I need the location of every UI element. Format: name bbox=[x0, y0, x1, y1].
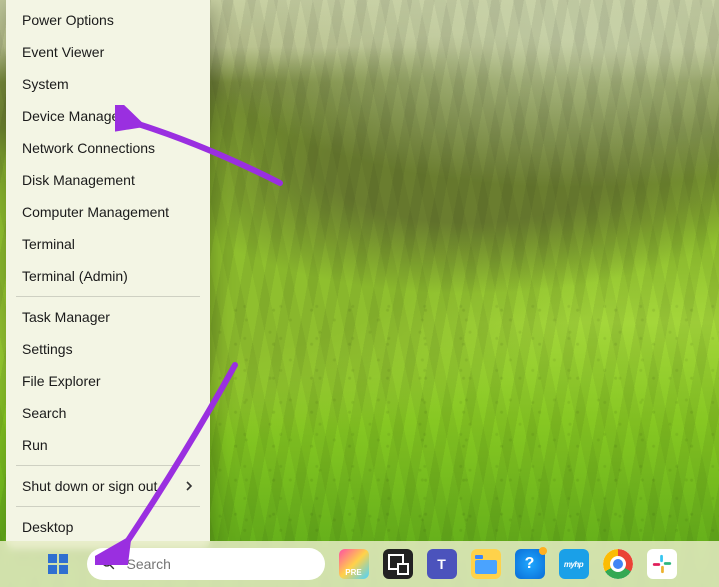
winx-item-shut-down-or-sign-out[interactable]: Shut down or sign out bbox=[6, 470, 210, 502]
winx-item-terminal-admin[interactable]: Terminal (Admin) bbox=[6, 260, 210, 292]
winx-item-terminal[interactable]: Terminal bbox=[6, 228, 210, 260]
task-view-icon[interactable] bbox=[383, 549, 413, 579]
winx-item-label: Desktop bbox=[22, 519, 73, 535]
winx-item-search[interactable]: Search bbox=[6, 397, 210, 429]
winx-item-label: Terminal bbox=[22, 236, 75, 252]
winx-item-label: Settings bbox=[22, 341, 73, 357]
winx-item-label: Search bbox=[22, 405, 66, 421]
menu-separator bbox=[16, 506, 200, 507]
winx-item-label: Power Options bbox=[22, 12, 114, 28]
winx-item-power-options[interactable]: Power Options bbox=[6, 4, 210, 36]
winx-item-run[interactable]: Run bbox=[6, 429, 210, 461]
winx-item-file-explorer[interactable]: File Explorer bbox=[6, 365, 210, 397]
winx-item-event-viewer[interactable]: Event Viewer bbox=[6, 36, 210, 68]
winx-item-label: Event Viewer bbox=[22, 44, 104, 60]
winx-item-label: Terminal (Admin) bbox=[22, 268, 128, 284]
chrome-logo-icon bbox=[603, 549, 633, 579]
winx-item-desktop[interactable]: Desktop bbox=[6, 511, 210, 543]
myhp-icon[interactable] bbox=[559, 549, 589, 579]
winx-item-label: Device Manager bbox=[22, 108, 124, 124]
winx-item-label: Computer Management bbox=[22, 204, 169, 220]
winx-item-label: Run bbox=[22, 437, 48, 453]
taskbar-search[interactable] bbox=[87, 548, 325, 580]
start-button[interactable] bbox=[43, 549, 73, 579]
winx-item-computer-management[interactable]: Computer Management bbox=[6, 196, 210, 228]
notification-dot-icon bbox=[539, 547, 547, 555]
winx-item-system[interactable]: System bbox=[6, 68, 210, 100]
menu-separator bbox=[16, 296, 200, 297]
chevron-right-icon bbox=[184, 481, 194, 491]
taskbar bbox=[0, 541, 719, 587]
search-input[interactable] bbox=[125, 555, 311, 573]
winx-item-settings[interactable]: Settings bbox=[6, 333, 210, 365]
winx-item-label: Network Connections bbox=[22, 140, 155, 156]
slack-icon[interactable] bbox=[647, 549, 677, 579]
search-icon bbox=[101, 556, 115, 573]
winx-item-device-manager[interactable]: Device Manager bbox=[6, 100, 210, 132]
slack-logo-icon bbox=[651, 553, 673, 575]
winx-item-task-manager[interactable]: Task Manager bbox=[6, 301, 210, 333]
winx-item-network-connections[interactable]: Network Connections bbox=[6, 132, 210, 164]
winx-item-label: Shut down or sign out bbox=[22, 478, 157, 494]
menu-separator bbox=[16, 465, 200, 466]
windows-logo-icon bbox=[48, 554, 68, 574]
insider-preview-icon[interactable] bbox=[339, 549, 369, 579]
winx-item-label: System bbox=[22, 76, 69, 92]
winx-item-label: File Explorer bbox=[22, 373, 101, 389]
tips-icon[interactable] bbox=[515, 549, 545, 579]
winx-context-menu: Power Options Event Viewer System Device Ma… bbox=[6, 0, 210, 549]
chrome-icon[interactable] bbox=[603, 549, 633, 579]
winx-item-label: Disk Management bbox=[22, 172, 135, 188]
winx-item-disk-management[interactable]: Disk Management bbox=[6, 164, 210, 196]
file-explorer-icon[interactable] bbox=[471, 549, 501, 579]
teams-icon[interactable] bbox=[427, 549, 457, 579]
winx-item-label: Task Manager bbox=[22, 309, 110, 325]
